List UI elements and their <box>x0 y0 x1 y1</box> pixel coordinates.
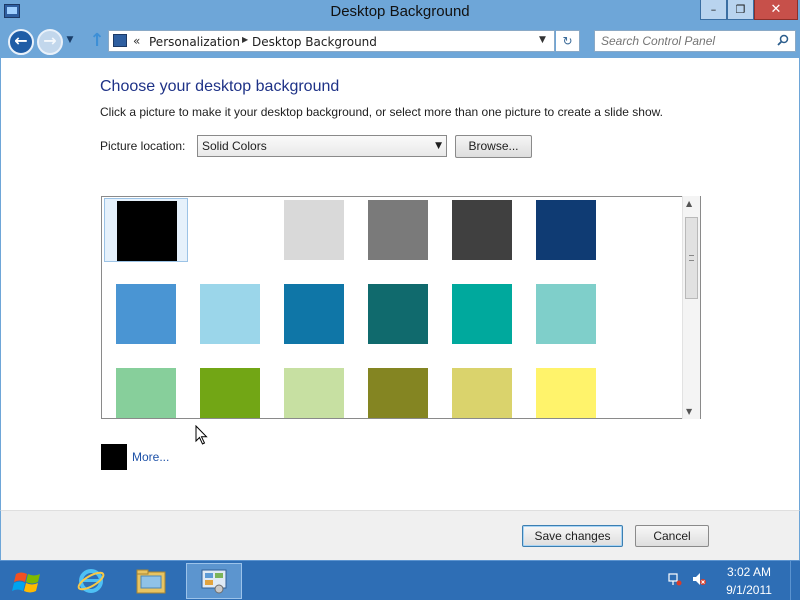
control-panel-icon <box>201 569 227 594</box>
volume-muted-icon[interactable] <box>692 572 706 586</box>
more-color-swatch[interactable] <box>101 444 127 470</box>
dialog-footer: Save changes Cancel <box>0 510 800 560</box>
color-swatch-cell[interactable] <box>104 282 188 346</box>
control-panel-icon <box>113 34 127 47</box>
title-bar: Desktop Background – ❐ ✕ <box>0 0 800 26</box>
taskbar: 3:02 AM 9/1/2011 <box>0 560 800 600</box>
breadcrumb-separator[interactable]: ▶ <box>242 35 248 44</box>
color-swatch[interactable] <box>368 368 428 418</box>
forward-button[interactable]: → <box>37 29 63 55</box>
color-swatch-cell[interactable] <box>524 198 608 262</box>
cancel-button[interactable]: Cancel <box>635 525 709 547</box>
restore-button[interactable]: ❐ <box>727 0 754 20</box>
color-gallery <box>101 196 701 419</box>
search-icon[interactable] <box>777 34 789 46</box>
color-swatch-cell[interactable] <box>356 282 440 346</box>
color-swatch[interactable] <box>536 284 596 344</box>
browse-button[interactable]: Browse... <box>455 135 532 158</box>
color-swatch-cell[interactable] <box>524 282 608 346</box>
color-swatch[interactable] <box>117 201 177 261</box>
network-icon[interactable] <box>668 572 682 586</box>
more-colors-link[interactable]: More... <box>132 450 169 464</box>
up-button[interactable]: ↑ <box>88 31 106 51</box>
color-swatch[interactable] <box>116 368 176 418</box>
picture-location-value: Solid Colors <box>202 139 267 153</box>
color-swatch-cell[interactable] <box>188 198 272 262</box>
show-desktop-button[interactable] <box>790 561 800 600</box>
back-button[interactable]: ← <box>8 29 34 55</box>
color-swatch[interactable] <box>200 284 260 344</box>
content-area: Choose your desktop background Click a p… <box>0 58 800 510</box>
color-swatch-cell[interactable] <box>104 198 188 262</box>
color-swatch[interactable] <box>368 200 428 260</box>
search-input[interactable] <box>601 34 771 48</box>
color-swatch-cell[interactable] <box>440 198 524 262</box>
color-swatch-cell[interactable] <box>272 198 356 262</box>
breadcrumb-overflow[interactable]: « <box>133 34 140 48</box>
scroll-up-arrow[interactable]: ▲ <box>686 199 692 208</box>
page-description: Click a picture to make it your desktop … <box>100 105 663 119</box>
start-icon[interactable] <box>8 566 48 596</box>
file-explorer-icon <box>136 569 166 594</box>
color-swatch[interactable] <box>284 368 344 418</box>
window-title: Desktop Background <box>330 3 470 20</box>
scroll-grip <box>689 255 694 261</box>
color-swatch[interactable] <box>452 284 512 344</box>
color-swatch[interactable] <box>116 284 176 344</box>
color-swatch[interactable] <box>284 200 344 260</box>
color-swatch[interactable] <box>452 200 512 260</box>
clock-date[interactable]: 9/1/2011 <box>716 583 782 597</box>
address-dropdown[interactable]: ▼ <box>539 35 546 45</box>
color-swatch-cell[interactable] <box>524 366 608 418</box>
scroll-down-arrow[interactable]: ▼ <box>686 407 692 416</box>
page-title: Choose your desktop background <box>100 78 340 95</box>
color-swatch[interactable] <box>536 368 596 418</box>
internet-explorer-icon <box>77 569 105 593</box>
gallery-scrollbar[interactable]: ▲ ▼ <box>682 196 700 419</box>
internet-explorer-button[interactable] <box>63 563 119 599</box>
color-swatch[interactable] <box>200 200 260 260</box>
picture-location-select[interactable]: Solid Colors ▼ <box>197 135 447 157</box>
color-swatch-cell[interactable] <box>104 366 188 418</box>
picture-location-label: Picture location: <box>100 139 186 153</box>
file-explorer-button[interactable] <box>123 563 179 599</box>
color-swatch-cell[interactable] <box>356 198 440 262</box>
navigation-bar: ← → ▼ ↑ « Personalization ▶ Desktop Back… <box>0 26 800 58</box>
mouse-pointer-icon <box>195 425 208 445</box>
recent-pages-dropdown[interactable]: ▼ <box>64 35 76 47</box>
chevron-down-icon[interactable]: ▼ <box>435 141 442 151</box>
control-panel-button[interactable] <box>186 563 242 599</box>
color-swatch-cell[interactable] <box>440 282 524 346</box>
color-swatch-cell[interactable] <box>272 366 356 418</box>
search-box[interactable] <box>594 30 796 52</box>
color-swatch-cell[interactable] <box>272 282 356 346</box>
color-swatch-cell[interactable] <box>356 366 440 418</box>
close-button[interactable]: ✕ <box>754 0 798 20</box>
color-swatch-cell[interactable] <box>188 366 272 418</box>
color-swatch[interactable] <box>368 284 428 344</box>
scroll-thumb[interactable] <box>685 217 698 299</box>
clock-time[interactable]: 3:02 AM <box>716 565 782 579</box>
color-swatch[interactable] <box>536 200 596 260</box>
minimize-button[interactable]: – <box>700 0 727 20</box>
color-swatch[interactable] <box>284 284 344 344</box>
color-swatch[interactable] <box>200 368 260 418</box>
color-swatch-cell[interactable] <box>440 366 524 418</box>
color-swatch[interactable] <box>452 368 512 418</box>
refresh-button[interactable]: ↻ <box>556 30 580 52</box>
address-bar[interactable]: « Personalization ▶ Desktop Background ▼ <box>108 30 555 52</box>
breadcrumb-desktop-background[interactable]: Desktop Background <box>252 35 377 49</box>
save-changes-button[interactable]: Save changes <box>522 525 623 547</box>
color-swatch-cell[interactable] <box>188 282 272 346</box>
breadcrumb-personalization[interactable]: Personalization <box>149 35 240 49</box>
